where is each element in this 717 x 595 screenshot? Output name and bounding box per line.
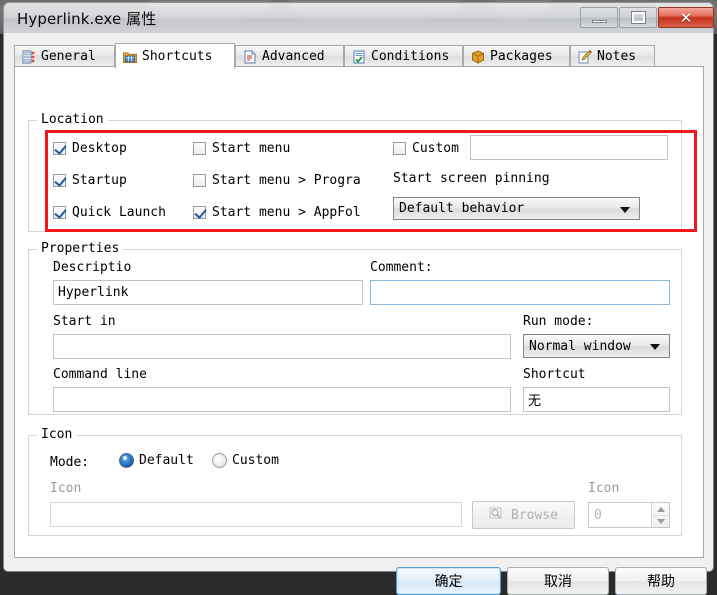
- dialog-body: General Shortcuts Advanced Conditions Pa…: [3, 33, 714, 595]
- comment-input[interactable]: [370, 280, 670, 305]
- run-mode-combo[interactable]: Normal window: [523, 334, 670, 358]
- checkbox-startup-box: [53, 174, 66, 187]
- tab-conditions[interactable]: Conditions: [344, 45, 463, 67]
- help-button[interactable]: 帮助: [615, 567, 707, 595]
- advanced-document-icon: [243, 49, 257, 64]
- checkbox-desktop[interactable]: Desktop: [53, 141, 127, 156]
- start-screen-pinning-label: Start screen pinning: [393, 171, 550, 186]
- start-in-label: Start in: [53, 314, 116, 329]
- checkbox-start-menu-programs[interactable]: Start menu > Progra: [193, 173, 365, 188]
- icon-path-input[interactable]: [50, 502, 462, 527]
- checkbox-start-menu-box: [193, 142, 206, 155]
- chevron-down-icon: [650, 344, 660, 350]
- tab-general[interactable]: General: [14, 45, 115, 67]
- checkbox-custom-label: Custom: [412, 141, 459, 156]
- icon-group-title: Icon: [37, 427, 77, 442]
- tab-advanced[interactable]: Advanced: [235, 45, 344, 67]
- tab-conditions-label: Conditions: [371, 48, 450, 64]
- icon-index-label: Icon: [588, 481, 620, 496]
- location-group-title: Location: [37, 112, 108, 127]
- start-in-input[interactable]: [53, 334, 511, 359]
- icon-index-value: 0: [594, 507, 602, 523]
- tab-shortcuts-label: Shortcuts: [142, 48, 213, 64]
- minimize-icon: [592, 20, 607, 23]
- cancel-button-label: 取消: [544, 574, 572, 590]
- checkbox-start-menu-appfolder-box: [193, 206, 206, 219]
- icon-index-stepper[interactable]: 0: [588, 502, 670, 528]
- checkbox-custom[interactable]: Custom: [393, 141, 459, 156]
- start-screen-pinning-combo[interactable]: Default behavior: [393, 197, 640, 220]
- radio-icon-custom[interactable]: Custom: [212, 453, 279, 468]
- properties-dialog-window: Hyperlink.exe 属性 ✕ General Shortcuts Adv…: [0, 0, 717, 595]
- checkbox-start-menu[interactable]: Start menu: [193, 141, 290, 156]
- properties-list-icon: [22, 49, 36, 64]
- checkbox-startup-label: Startup: [72, 173, 127, 188]
- icon-path-label: Icon: [50, 481, 82, 496]
- comment-label: Comment:: [370, 260, 433, 275]
- title-bar[interactable]: Hyperlink.exe 属性 ✕: [3, 2, 714, 33]
- icon-index-spin-buttons[interactable]: [651, 503, 669, 527]
- checkbox-desktop-label: Desktop: [72, 141, 127, 156]
- radio-icon-default-label: Default: [139, 453, 194, 468]
- run-mode-label: Run mode:: [523, 314, 594, 329]
- icon-mode-label: Mode:: [50, 455, 90, 470]
- tab-packages[interactable]: Packages: [463, 45, 570, 67]
- checkbox-start-menu-programs-box: [193, 174, 206, 187]
- checkbox-start-menu-programs-label: Start menu > Progra: [212, 173, 360, 188]
- notes-pencil-icon: [578, 49, 592, 64]
- tab-notes-label: Notes: [597, 48, 637, 64]
- conditions-check-icon: [352, 49, 366, 64]
- browse-button-label: Browse: [511, 507, 558, 523]
- tab-advanced-label: Advanced: [262, 48, 325, 64]
- checkbox-start-menu-appfolder-label: Start menu > AppFold: [212, 205, 360, 220]
- tab-notes[interactable]: Notes: [570, 45, 655, 67]
- icon-index-increment[interactable]: [652, 503, 669, 516]
- checkbox-quick-launch-box: [53, 206, 66, 219]
- checkbox-start-menu-appfolder[interactable]: Start menu > AppFold: [193, 205, 365, 220]
- command-line-input[interactable]: [53, 387, 511, 412]
- description-label: Descriptio: [53, 260, 132, 275]
- browse-folder-icon: [489, 506, 503, 524]
- browse-button[interactable]: Browse: [472, 501, 575, 529]
- cancel-button[interactable]: 取消: [507, 567, 609, 595]
- ok-button[interactable]: 确定: [396, 567, 501, 595]
- close-button[interactable]: ✕: [658, 7, 714, 28]
- chevron-down-icon: [620, 206, 630, 213]
- radio-icon-custom-label: Custom: [232, 453, 279, 468]
- checkbox-quick-launch-label: Quick Launch: [72, 205, 166, 220]
- icon-index-decrement[interactable]: [652, 516, 669, 528]
- radio-icon-default-dot: [119, 453, 134, 468]
- shortcuts-tab-panel: Location Desktop Startup Quick Launch St…: [14, 66, 704, 558]
- ok-button-label: 确定: [434, 574, 463, 590]
- radio-icon-default[interactable]: Default: [119, 453, 194, 468]
- packages-box-icon: [471, 49, 485, 64]
- properties-group-title: Properties: [37, 241, 124, 256]
- run-mode-value: Normal window: [529, 338, 631, 354]
- tab-strip: General Shortcuts Advanced Conditions Pa…: [14, 43, 704, 69]
- tab-packages-label: Packages: [490, 48, 553, 64]
- tab-general-label: General: [41, 48, 96, 64]
- checkbox-desktop-box: [53, 142, 66, 155]
- checkbox-quick-launch[interactable]: Quick Launch: [53, 205, 166, 220]
- shortcut-label: Shortcut: [523, 367, 586, 382]
- checkbox-custom-box: [393, 142, 406, 155]
- command-line-label: Command line: [53, 367, 147, 382]
- shortcuts-folder-icon: [123, 49, 137, 63]
- window-title: Hyperlink.exe 属性: [17, 10, 157, 28]
- close-icon: ✕: [679, 9, 693, 27]
- checkbox-start-menu-label: Start menu: [212, 141, 291, 156]
- description-input[interactable]: Hyperlink: [53, 280, 363, 305]
- minimize-button[interactable]: [580, 7, 618, 28]
- start-screen-pinning-value: Default behavior: [399, 201, 525, 216]
- checkbox-startup[interactable]: Startup: [53, 173, 127, 188]
- maximize-icon: [631, 11, 646, 24]
- tab-shortcuts[interactable]: Shortcuts: [115, 43, 235, 69]
- maximize-button[interactable]: [619, 7, 657, 28]
- shortcut-input[interactable]: 无: [523, 387, 670, 412]
- radio-icon-custom-dot: [212, 453, 227, 468]
- help-button-label: 帮助: [647, 574, 675, 590]
- custom-path-input[interactable]: [470, 135, 668, 160]
